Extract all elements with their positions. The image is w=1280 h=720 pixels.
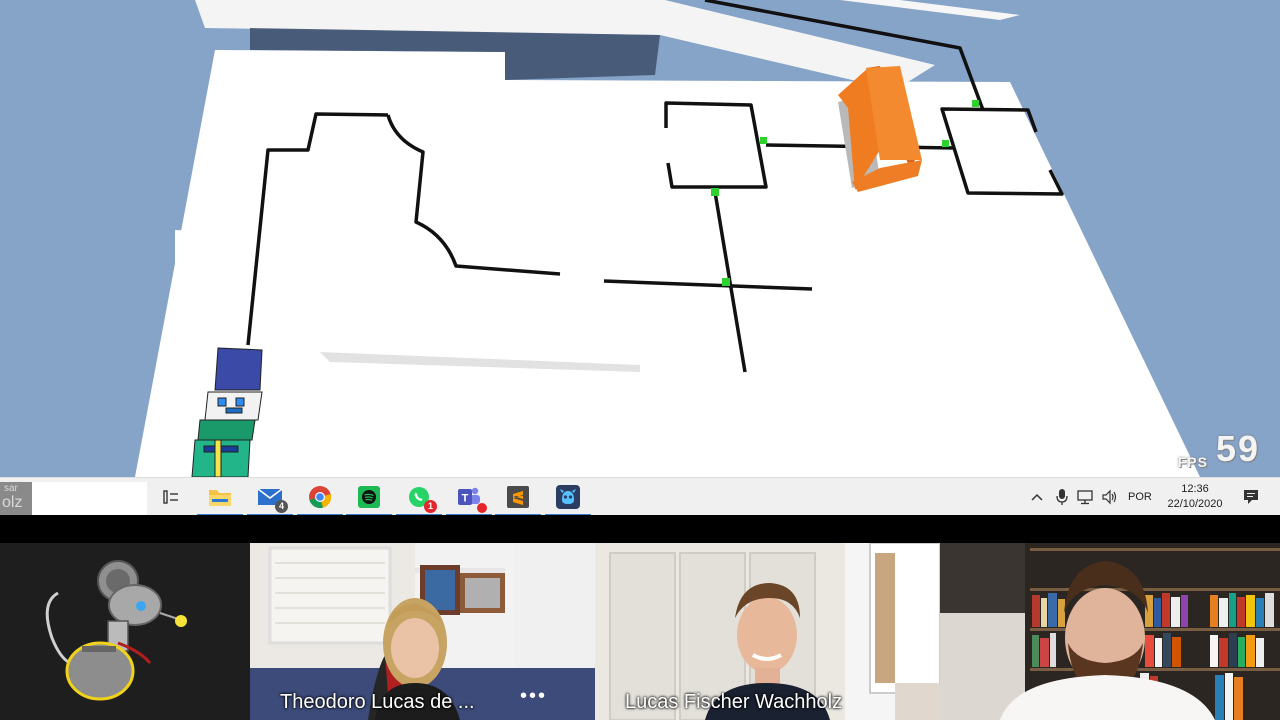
ramp-top (840, 0, 1020, 20)
participant-name-2: Theodoro Lucas de ... (280, 691, 475, 713)
clock-time: 12:36 (1181, 483, 1209, 495)
search-stub-bottom-text: olz (2, 494, 23, 511)
notifications-icon[interactable] (1242, 478, 1260, 516)
microphone-icon[interactable] (1055, 478, 1069, 516)
input-language[interactable]: POR (1128, 491, 1152, 503)
simulator-app-icon[interactable] (545, 483, 591, 516)
fps-counter: FPS 59 (1178, 428, 1260, 470)
taskbar-clock[interactable]: 12:36 22/10/2020 (1160, 482, 1230, 512)
mail-icon[interactable]: 4 (247, 483, 293, 516)
show-hidden-icons-icon[interactable] (1030, 478, 1044, 516)
spotify-icon[interactable] (346, 483, 392, 516)
teams-icon[interactable]: T (446, 483, 492, 516)
participant-video-4 (940, 543, 1280, 720)
participant-tile-2[interactable]: Theodoro Lucas de ... ••• (250, 543, 595, 720)
participant-tile-3[interactable]: Lucas Fischer Wachholz (595, 543, 940, 720)
chrome-icon[interactable] (297, 483, 343, 516)
search-box[interactable] (32, 482, 147, 516)
windows-taskbar: sar olz 4 1 T POR 12:36 22/10/2020 (0, 477, 1280, 516)
participant-name-3: Lucas Fischer Wachholz (625, 691, 843, 713)
fps-value: 59 (1215, 428, 1260, 469)
call-separator (0, 515, 1280, 543)
participant-tile-4[interactable] (940, 543, 1280, 720)
svg-text:T: T (462, 493, 469, 505)
arena-scene (135, 0, 1200, 477)
volume-icon[interactable] (1101, 478, 1119, 516)
more-options-icon[interactable]: ••• (520, 685, 547, 708)
participant-tile-1[interactable] (0, 543, 250, 720)
simulator-viewport[interactable]: FPS 59 (0, 0, 1280, 477)
robot-mouse-avatar (45, 560, 187, 701)
sublime-text-icon[interactable] (495, 483, 541, 516)
fps-label: FPS (1177, 454, 1208, 470)
mail-badge: 4 (275, 500, 288, 513)
task-view-icon[interactable] (157, 483, 185, 511)
search-stub[interactable]: sar olz (0, 482, 32, 516)
whatsapp-badge: 1 (424, 500, 437, 513)
clock-date: 22/10/2020 (1167, 498, 1223, 510)
teams-badge (477, 503, 487, 513)
whatsapp-icon[interactable]: 1 (396, 483, 442, 516)
file-explorer-icon[interactable] (197, 483, 243, 516)
network-icon[interactable] (1077, 478, 1095, 516)
